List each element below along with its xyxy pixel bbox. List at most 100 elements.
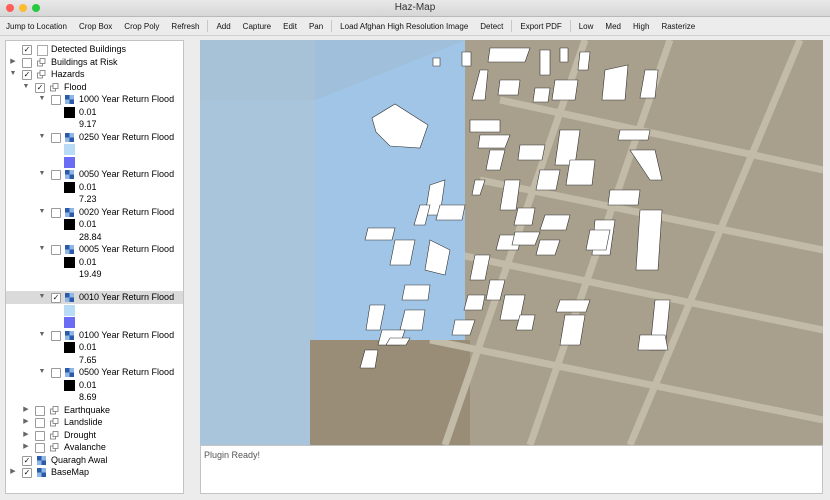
legend-swatch bbox=[64, 106, 75, 118]
pan-button[interactable]: Pan bbox=[303, 22, 329, 31]
expand-arrow-icon[interactable]: ▶ bbox=[22, 416, 30, 429]
rasterize-button[interactable]: Rasterize bbox=[655, 22, 701, 31]
tree-label: 0500 Year Return Flood bbox=[79, 367, 175, 377]
raster-layer-icon bbox=[65, 207, 74, 217]
tree-row-flood-layer[interactable]: ▼ 0500 Year Return Flood bbox=[6, 366, 183, 379]
tree-label: Drought bbox=[64, 429, 97, 440]
legend-swatch bbox=[64, 304, 75, 316]
add-button[interactable]: Add bbox=[210, 22, 236, 31]
collapse-arrow-icon[interactable]: ▼ bbox=[38, 206, 46, 219]
legend-max-value: 8.69 bbox=[79, 392, 97, 402]
crop-poly-button[interactable]: Crop Poly bbox=[118, 22, 165, 31]
flood-checkbox[interactable]: ✓ bbox=[35, 82, 45, 93]
tree-row-flood-layer[interactable]: ▼ 0250 Year Return Flood bbox=[6, 131, 183, 144]
tree-row-basemap[interactable]: ▶ ✓ BaseMap bbox=[6, 466, 183, 479]
tree-row-flood-layer[interactable]: ▼ 0050 Year Return Flood bbox=[6, 168, 183, 181]
collapse-arrow-icon[interactable]: ▼ bbox=[9, 68, 17, 81]
tree-row-detected-buildings[interactable]: ✓ Detected Buildings bbox=[6, 43, 183, 56]
tree-row-flood-layer[interactable]: ▼ 0020 Year Return Flood bbox=[6, 206, 183, 219]
tree-row-drought[interactable]: ▶ Drought bbox=[6, 429, 183, 442]
tree-label: Quaragh Awal bbox=[51, 454, 108, 465]
med-button[interactable]: Med bbox=[599, 22, 627, 31]
group-layer-icon bbox=[37, 70, 46, 79]
title-bar: Haz-Map bbox=[0, 0, 830, 17]
low-button[interactable]: Low bbox=[573, 22, 600, 31]
earthquake-checkbox[interactable] bbox=[35, 405, 45, 416]
collapse-arrow-icon[interactable]: ▼ bbox=[38, 93, 46, 106]
collapse-arrow-icon[interactable]: ▼ bbox=[38, 366, 46, 379]
buildings-at-risk-checkbox[interactable] bbox=[22, 57, 32, 68]
flood-layer-checkbox[interactable] bbox=[51, 132, 61, 143]
legend-row bbox=[6, 156, 183, 169]
hazards-checkbox[interactable]: ✓ bbox=[22, 70, 32, 80]
tree-row-buildings-at-risk[interactable]: ▶ Buildings at Risk bbox=[6, 56, 183, 69]
legend-row: 19.49 bbox=[6, 268, 183, 281]
flood-layer-checkbox[interactable] bbox=[51, 207, 61, 218]
tree-label: Buildings at Risk bbox=[51, 56, 118, 67]
legend-row: 9.17 bbox=[6, 118, 183, 131]
flood-layer-checkbox[interactable] bbox=[51, 95, 61, 105]
tree-row-avalanche[interactable]: ▶ Avalanche bbox=[6, 441, 183, 454]
tree-label: 0100 Year Return Flood bbox=[79, 329, 175, 340]
legend-row: 7.65 bbox=[6, 354, 183, 367]
flood-layer-checkbox[interactable] bbox=[51, 330, 61, 341]
jump-to-location-button[interactable]: Jump to Location bbox=[0, 22, 73, 31]
capture-button[interactable]: Capture bbox=[237, 22, 277, 31]
landslide-checkbox[interactable] bbox=[35, 418, 45, 428]
tree-row-earthquake[interactable]: ▶ Earthquake bbox=[6, 404, 183, 417]
collapse-arrow-icon[interactable]: ▼ bbox=[38, 291, 46, 304]
layer-tree[interactable]: ✓ Detected Buildings ▶ Buildings at Risk… bbox=[5, 40, 184, 494]
tree-row-landslide[interactable]: ▶ Landslide bbox=[6, 416, 183, 429]
collapse-arrow-icon[interactable]: ▼ bbox=[38, 168, 46, 181]
expand-arrow-icon[interactable]: ▶ bbox=[22, 404, 30, 417]
raster-layer-icon bbox=[65, 132, 74, 142]
legend-row: 0.01 bbox=[6, 379, 183, 392]
raster-layer-icon bbox=[65, 245, 74, 254]
tree-row-flood-layer[interactable]: ▼ 0100 Year Return Flood bbox=[6, 329, 183, 342]
collapse-arrow-icon[interactable]: ▼ bbox=[38, 243, 46, 256]
raster-layer-icon bbox=[65, 368, 74, 377]
detected-buildings-checkbox[interactable]: ✓ bbox=[22, 45, 32, 55]
expand-arrow-icon[interactable]: ▶ bbox=[9, 466, 17, 479]
edit-button[interactable]: Edit bbox=[277, 22, 303, 31]
legend-max-value: 9.17 bbox=[79, 119, 97, 129]
collapse-arrow-icon[interactable]: ▼ bbox=[22, 81, 30, 94]
collapse-arrow-icon[interactable]: ▼ bbox=[38, 329, 46, 342]
group-layer-icon bbox=[37, 57, 46, 67]
basemap-checkbox[interactable]: ✓ bbox=[22, 468, 32, 478]
refresh-button[interactable]: Refresh bbox=[165, 22, 205, 31]
legend-min-value: 0.01 bbox=[79, 219, 97, 229]
toolbar-separator bbox=[511, 20, 513, 32]
expand-arrow-icon[interactable]: ▶ bbox=[22, 441, 30, 454]
map-canvas[interactable] bbox=[200, 40, 823, 445]
tree-row-flood-layer[interactable]: ▼ 0005 Year Return Flood bbox=[6, 243, 183, 256]
avalanche-checkbox[interactable] bbox=[35, 443, 45, 453]
tree-row-hazards[interactable]: ▼ ✓ Hazards bbox=[6, 68, 183, 81]
high-button[interactable]: High bbox=[627, 22, 655, 31]
flood-layer-checkbox[interactable] bbox=[51, 368, 61, 378]
raster-layer-icon bbox=[37, 468, 46, 477]
expand-arrow-icon[interactable]: ▶ bbox=[22, 429, 30, 442]
drought-checkbox[interactable] bbox=[35, 430, 45, 441]
flood-layer-checkbox[interactable]: ✓ bbox=[51, 293, 61, 303]
flood-layer-checkbox[interactable] bbox=[51, 245, 61, 255]
legend-min-value: 0.01 bbox=[79, 181, 97, 192]
crop-box-button[interactable]: Crop Box bbox=[73, 22, 118, 31]
detect-button[interactable]: Detect bbox=[474, 22, 509, 31]
tree-label: BaseMap bbox=[51, 467, 90, 477]
collapse-arrow-icon[interactable]: ▼ bbox=[38, 131, 46, 144]
expand-arrow-icon[interactable]: ▶ bbox=[9, 56, 17, 69]
tree-row-quaragh-awal[interactable]: ✓ Quaragh Awal bbox=[6, 454, 183, 467]
tree-row-flood-layer[interactable]: ▼ 1000 Year Return Flood bbox=[6, 93, 183, 106]
quaragh-awal-checkbox[interactable]: ✓ bbox=[22, 455, 32, 466]
group-layer-icon bbox=[50, 405, 59, 415]
toolbar: Jump to Location Crop Box Crop Poly Refr… bbox=[0, 17, 830, 36]
tree-row-flood-layer-selected[interactable]: ▼ ✓ 0010 Year Return Flood bbox=[6, 291, 183, 304]
legend-row: 0.01 bbox=[6, 106, 183, 119]
map-svg[interactable] bbox=[200, 40, 823, 445]
load-afghan-image-button[interactable]: Load Afghan High Resolution Image bbox=[334, 22, 474, 31]
tree-row-flood[interactable]: ▼ ✓ Flood bbox=[6, 81, 183, 94]
legend-min-value: 0.01 bbox=[79, 106, 97, 117]
export-pdf-button[interactable]: Export PDF bbox=[514, 22, 567, 31]
flood-layer-checkbox[interactable] bbox=[51, 170, 61, 180]
